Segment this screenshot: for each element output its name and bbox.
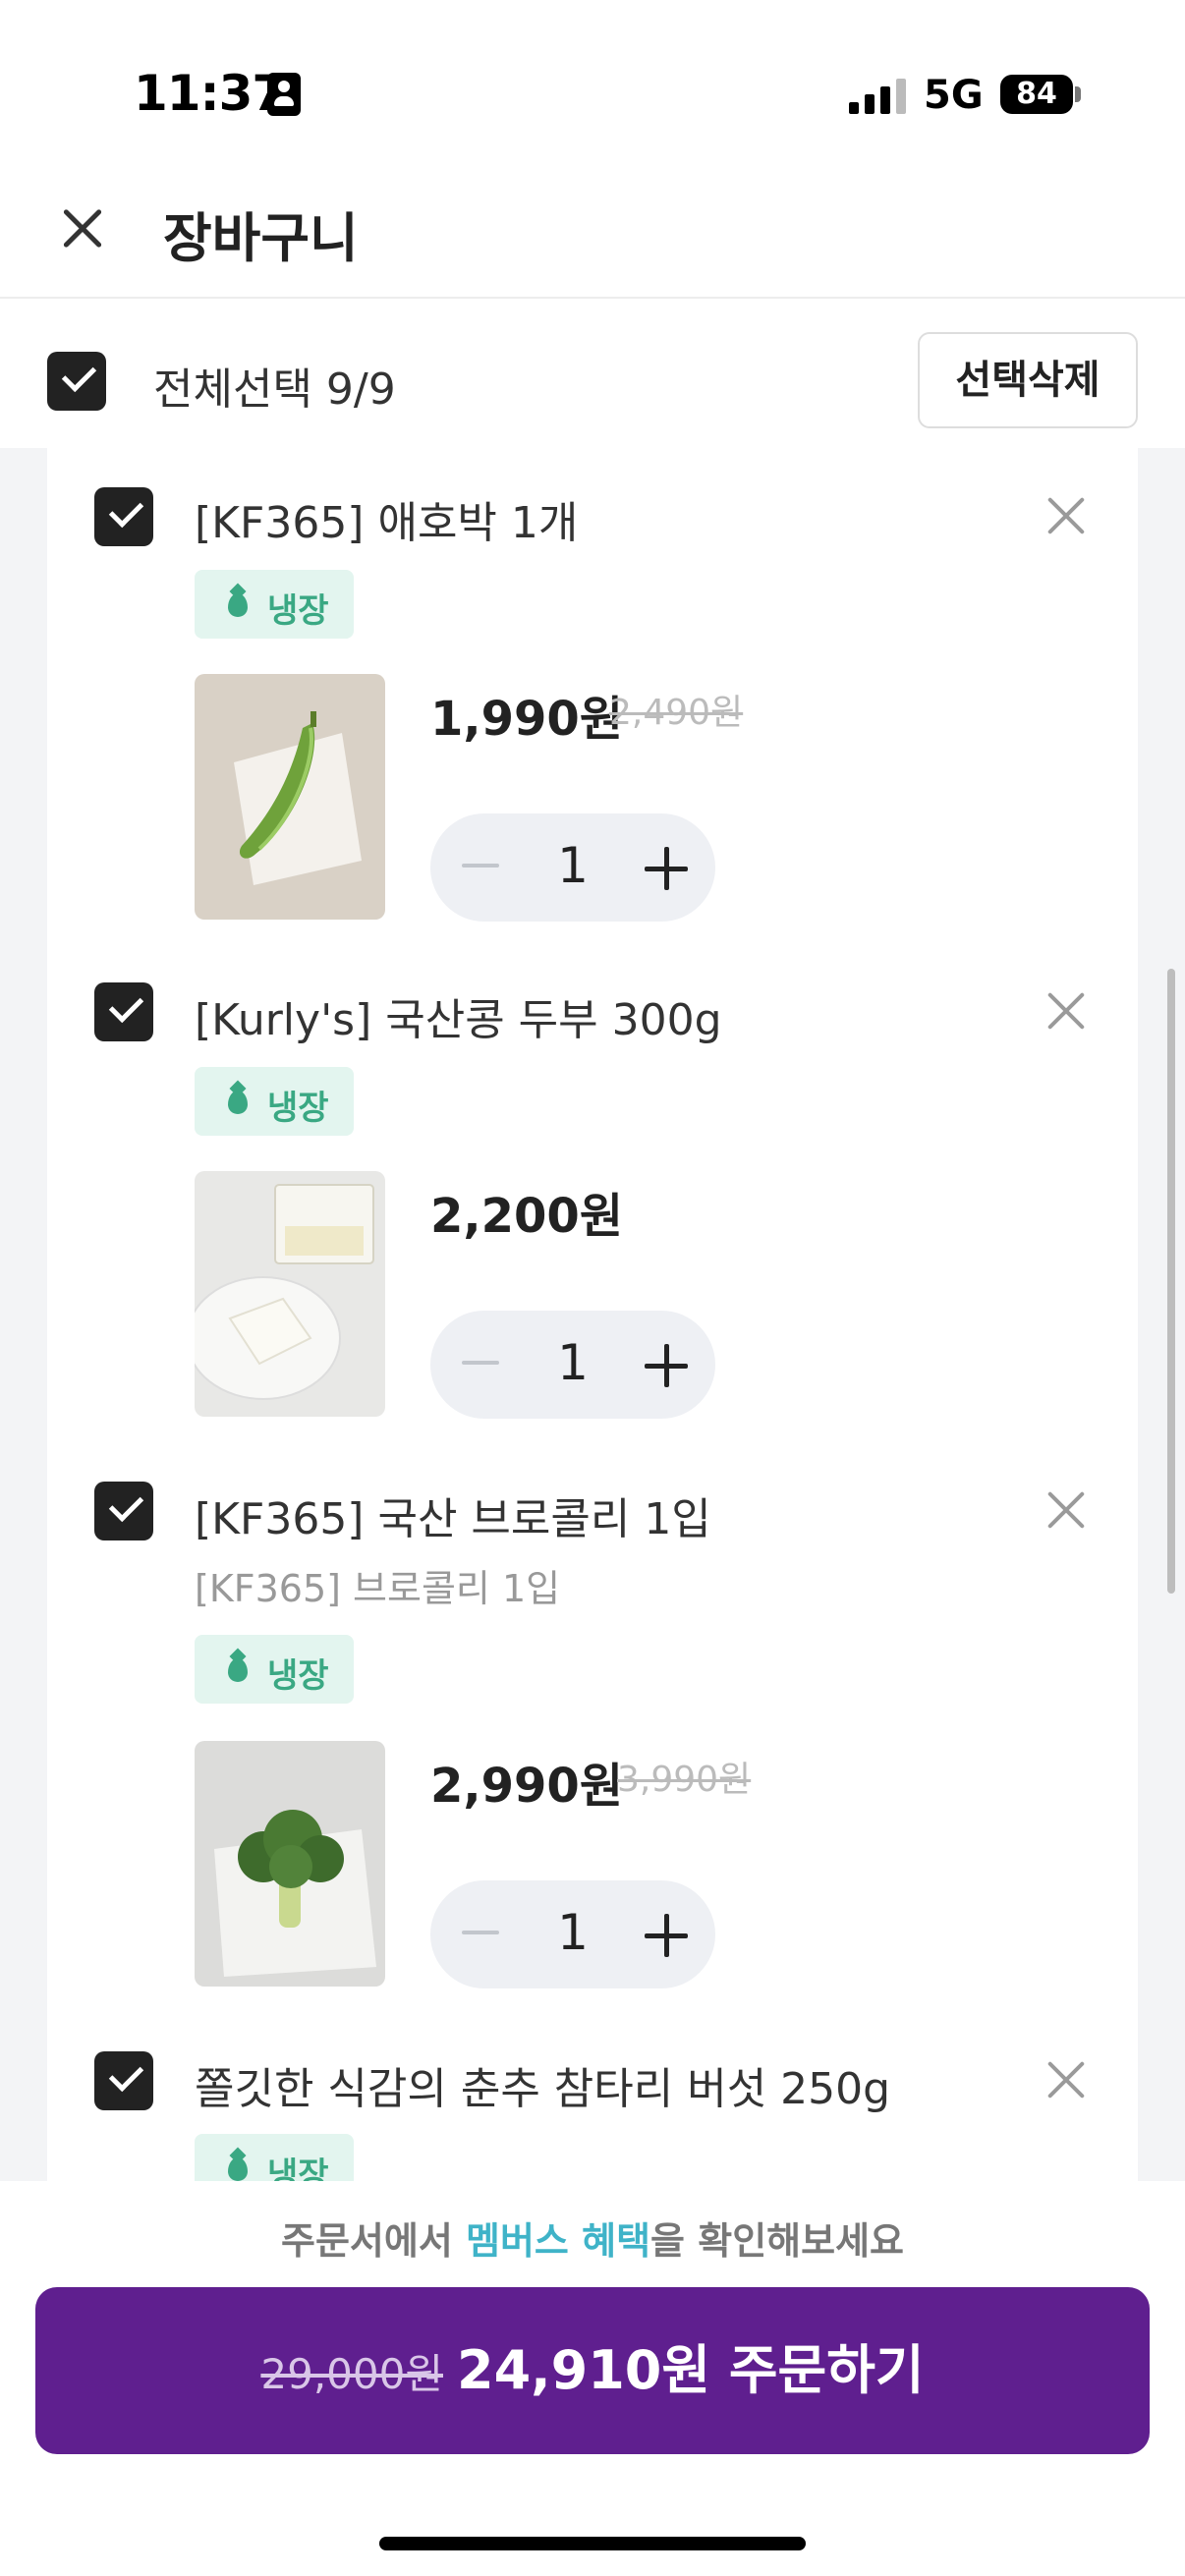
plus-icon[interactable] bbox=[645, 1344, 688, 1387]
order-original-total: 29,000원 bbox=[260, 2350, 443, 2398]
close-icon[interactable] bbox=[51, 196, 114, 259]
item-checkbox[interactable] bbox=[94, 2051, 153, 2110]
minus-icon[interactable] bbox=[462, 1931, 499, 1934]
item-checkbox[interactable] bbox=[94, 982, 153, 1041]
focus-mode-icon bbox=[267, 73, 301, 116]
storage-tag: 냉장 bbox=[195, 570, 354, 639]
item-image-broccoli[interactable] bbox=[195, 1741, 385, 1987]
plus-icon[interactable] bbox=[645, 1914, 688, 1957]
minus-icon[interactable] bbox=[462, 864, 499, 868]
quantity-stepper[interactable]: 1 bbox=[430, 1311, 715, 1419]
storage-tag-label: 냉장 bbox=[267, 1656, 329, 1696]
water-drop-icon bbox=[228, 1091, 248, 1114]
item-checkbox[interactable] bbox=[94, 1482, 153, 1540]
select-all-checkbox[interactable] bbox=[47, 352, 106, 411]
order-button[interactable]: 29,000원 24,910원 주문하기 bbox=[35, 2287, 1150, 2454]
storage-tag: 냉장 bbox=[195, 2134, 354, 2181]
item-original-price: 3,990원 bbox=[617, 1760, 752, 1800]
item-subtitle: [KF365] 브로콜리 1입 bbox=[195, 1567, 561, 1610]
remove-item-icon[interactable] bbox=[1040, 1484, 1093, 1537]
item-name[interactable]: [Kurly's] 국산콩 두부 300g bbox=[195, 984, 722, 1047]
delete-selected-button[interactable]: 선택삭제 bbox=[918, 332, 1138, 428]
water-drop-icon bbox=[228, 593, 248, 617]
network-type: 5G bbox=[924, 73, 984, 118]
plus-icon[interactable] bbox=[645, 847, 688, 890]
home-indicator[interactable] bbox=[379, 2537, 806, 2550]
water-drop-icon bbox=[228, 2157, 248, 2181]
header-divider bbox=[0, 297, 1185, 299]
quantity-value: 1 bbox=[557, 1334, 589, 1391]
order-button-label: 24,910원 주문하기 bbox=[457, 2339, 925, 2401]
item-name[interactable]: [KF365] 애호박 1개 bbox=[195, 487, 578, 550]
item-name[interactable]: 쫄깃한 식감의 춘추 참타리 버섯 250g bbox=[195, 2053, 890, 2116]
benefit-prefix: 주문서에서 bbox=[280, 2219, 467, 2263]
item-checkbox[interactable] bbox=[94, 487, 153, 546]
quantity-value: 1 bbox=[557, 1904, 589, 1961]
item-price: 2,990원 bbox=[430, 1759, 623, 1814]
select-all-label: 전체선택 9/9 bbox=[153, 364, 396, 415]
item-price: 1,990원 bbox=[430, 692, 623, 747]
item-price: 2,200원 bbox=[430, 1189, 623, 1244]
storage-tag-label: 냉장 bbox=[267, 2156, 329, 2181]
quantity-stepper[interactable]: 1 bbox=[430, 813, 715, 922]
members-benefit-notice[interactable]: 주문서에서 멤버스 혜택을 확인해보세요 bbox=[0, 2211, 1185, 2265]
storage-tag: 냉장 bbox=[195, 1635, 354, 1704]
cellular-signal-icon bbox=[849, 79, 908, 114]
remove-item-icon[interactable] bbox=[1040, 489, 1093, 542]
remove-item-icon[interactable] bbox=[1040, 2053, 1093, 2106]
page-title: 장바구니 bbox=[163, 207, 359, 269]
status-time: 11:37 bbox=[134, 65, 286, 122]
item-image-zucchini[interactable] bbox=[195, 674, 385, 920]
item-name[interactable]: [KF365] 국산 브로콜리 1입 bbox=[195, 1484, 711, 1546]
storage-tag: 냉장 bbox=[195, 1067, 354, 1136]
water-drop-icon bbox=[228, 1658, 248, 1682]
cart-list[interactable]: [KF365] 애호박 1개 냉장 1,990원 2,490원 1 [Kurly… bbox=[47, 448, 1138, 2181]
item-original-price: 2,490원 bbox=[609, 693, 744, 733]
battery-icon: 84 bbox=[1000, 75, 1073, 114]
scrollbar[interactable] bbox=[1167, 969, 1175, 1594]
battery-cap bbox=[1075, 86, 1081, 102]
quantity-stepper[interactable]: 1 bbox=[430, 1880, 715, 1988]
benefit-suffix: 을 확인해보세요 bbox=[650, 2219, 904, 2263]
quantity-value: 1 bbox=[557, 837, 589, 894]
storage-tag-label: 냉장 bbox=[267, 1089, 329, 1128]
storage-tag-label: 냉장 bbox=[267, 591, 329, 631]
minus-icon[interactable] bbox=[462, 1361, 499, 1365]
item-image-tofu[interactable] bbox=[195, 1171, 385, 1417]
benefit-highlight: 멤버스 혜택 bbox=[466, 2219, 651, 2263]
remove-item-icon[interactable] bbox=[1040, 984, 1093, 1037]
